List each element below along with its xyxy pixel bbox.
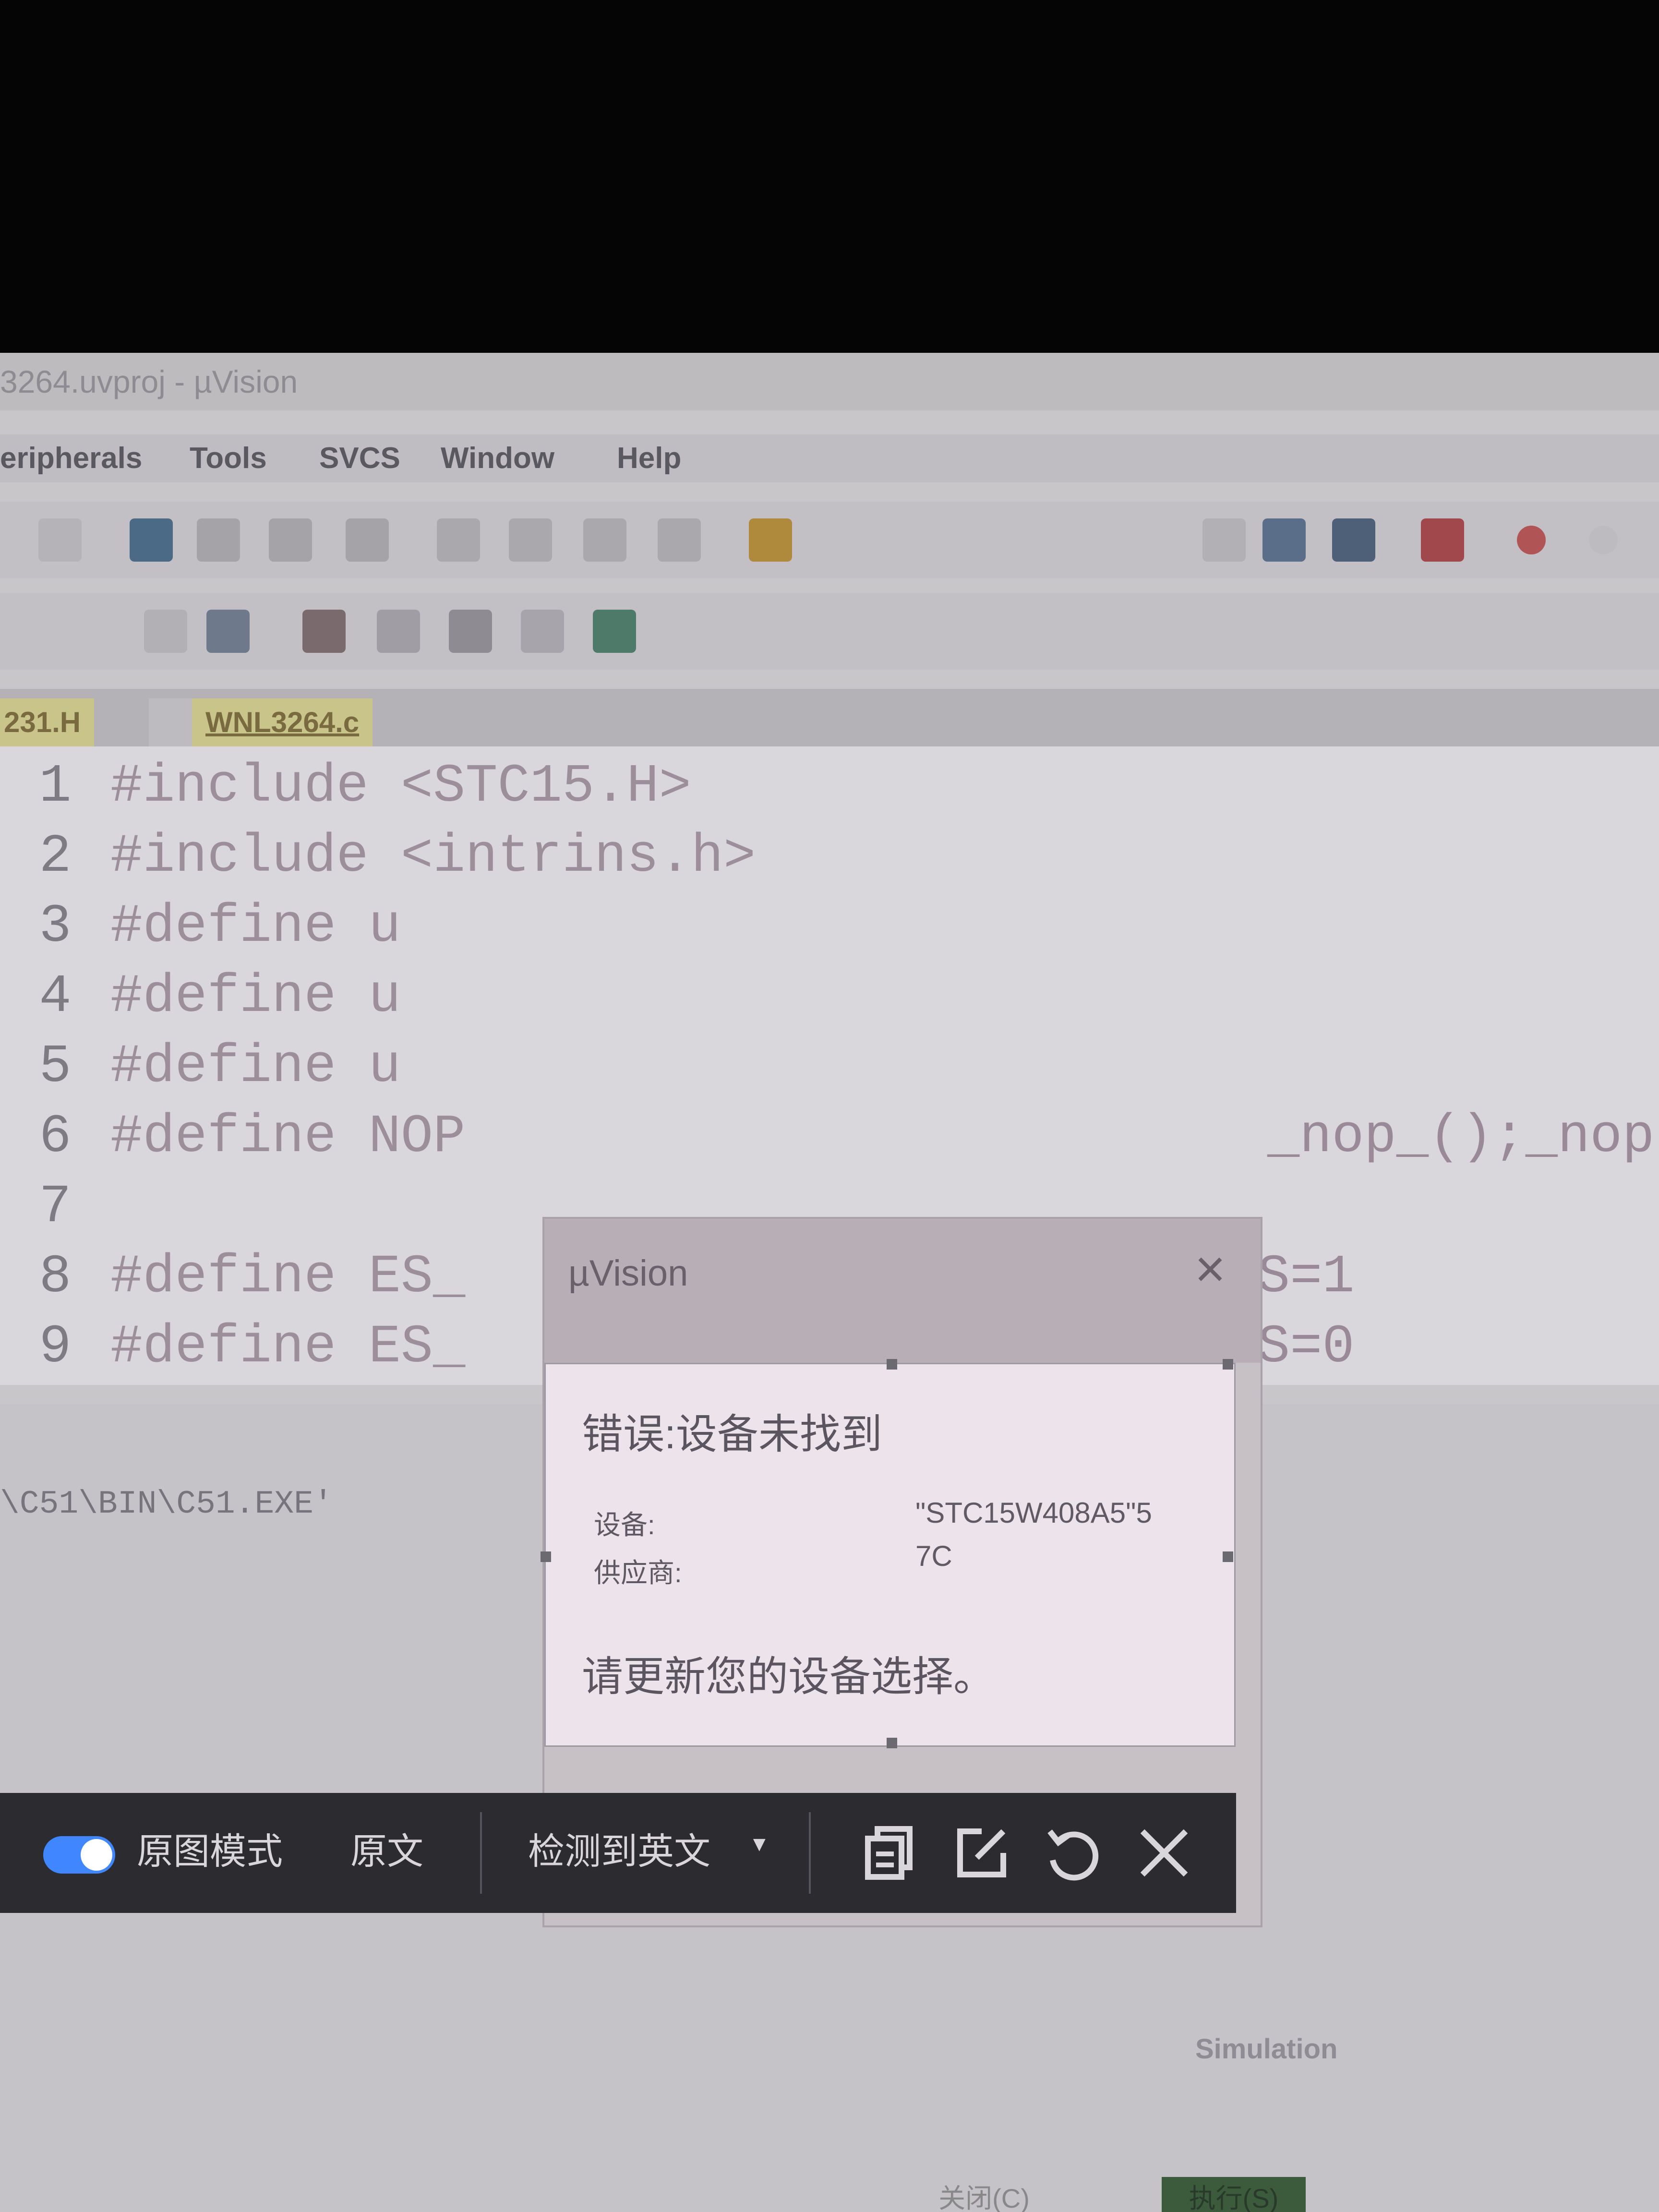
menu-window[interactable]: Window bbox=[441, 434, 554, 482]
dialog-content: 错误:设备未找到 设备: 供应商: "STC15W408A5"5 7C 请更新您… bbox=[541, 1359, 1236, 1748]
diamond-icon[interactable] bbox=[449, 610, 492, 653]
dialog-title: µVision bbox=[568, 1253, 688, 1294]
code-line: 7 bbox=[39, 1177, 72, 1238]
device-label: 设备: bbox=[594, 1510, 655, 1540]
copy-icon[interactable] bbox=[854, 1819, 922, 1887]
vendor-label: 供应商: bbox=[594, 1558, 682, 1588]
detected-language-dropdown[interactable]: 检测到英文 bbox=[528, 1822, 710, 1875]
original-text-button[interactable]: 原文 bbox=[350, 1822, 423, 1875]
resize-handle[interactable] bbox=[887, 1738, 897, 1748]
redo-icon[interactable] bbox=[38, 518, 82, 562]
manage-components-icon[interactable] bbox=[302, 610, 346, 653]
bookmark-next-icon[interactable] bbox=[269, 518, 312, 562]
resize-handle[interactable] bbox=[887, 1359, 897, 1370]
code-line: 4 #define u bbox=[39, 966, 401, 1027]
unindent-icon[interactable] bbox=[509, 518, 552, 562]
menu-svcs[interactable]: SVCS bbox=[319, 434, 400, 482]
editor-tab-strip: 231.H WNL3264.c bbox=[0, 689, 1659, 746]
device-value: "STC15W408A5"5 bbox=[915, 1497, 1152, 1529]
indent-icon[interactable] bbox=[437, 518, 480, 562]
package-installer-icon[interactable] bbox=[593, 610, 636, 653]
menu-bar: eripherals Tools SVCS Window Help bbox=[0, 434, 1659, 482]
menu-peripherals[interactable]: eripherals bbox=[0, 434, 142, 482]
refresh-icon[interactable] bbox=[1039, 1819, 1106, 1887]
chevron-down-icon: ▼ bbox=[749, 1832, 770, 1856]
monitor-screen: 3264.uvproj - µVision eripherals Tools S… bbox=[0, 353, 1659, 2212]
original-image-mode-label: 原图模式 bbox=[137, 1831, 283, 1872]
build-output-text: \C51\BIN\C51.EXE' bbox=[0, 1486, 333, 1523]
code-line: 9 #define ES_ bbox=[39, 1317, 466, 1378]
toolbar-main bbox=[0, 502, 1659, 578]
dialog-title-bar: µVision × bbox=[544, 1219, 1261, 1363]
code-fragment: S=1 bbox=[1258, 1247, 1355, 1308]
resize-handle[interactable] bbox=[1223, 1359, 1233, 1370]
bookmark-icon[interactable] bbox=[130, 518, 173, 562]
code-fragment: S=0 bbox=[1258, 1317, 1355, 1378]
uncomment-icon[interactable] bbox=[658, 518, 701, 562]
code-line: 5 #define u bbox=[39, 1036, 401, 1097]
divider bbox=[809, 1812, 811, 1894]
open-folder-icon[interactable] bbox=[749, 518, 792, 562]
bookmark-clear-icon[interactable] bbox=[346, 518, 389, 562]
toolbar-build bbox=[0, 593, 1659, 670]
window-title: 3264.uvproj - µVision bbox=[0, 364, 298, 399]
code-fragment: _nop_();_nop bbox=[1267, 1106, 1655, 1167]
resize-handle[interactable] bbox=[1223, 1551, 1233, 1562]
simulation-label: Simulation bbox=[1195, 2033, 1338, 2065]
device-value-continued: 7C bbox=[915, 1540, 952, 1572]
code-line: 2 #include <intrins.h> bbox=[39, 826, 756, 887]
execute-button[interactable]: 执行(S) bbox=[1162, 2177, 1306, 2212]
breakpoint-disabled-icon[interactable] bbox=[1589, 526, 1618, 554]
original-image-toggle[interactable] bbox=[43, 1836, 115, 1874]
target-dropdown-icon[interactable] bbox=[144, 610, 187, 653]
tool-icon[interactable] bbox=[1332, 518, 1375, 562]
bookmark-prev-icon[interactable] bbox=[197, 518, 240, 562]
close-button[interactable]: 关闭(C) bbox=[912, 2177, 1056, 2212]
menu-help[interactable]: Help bbox=[617, 434, 681, 482]
code-line: 1 #include <STC15.H> bbox=[39, 756, 691, 817]
tab-wnl3264-c[interactable]: WNL3264.c bbox=[192, 698, 373, 746]
breakpoint-icon[interactable] bbox=[1517, 526, 1546, 554]
file-icon[interactable] bbox=[1262, 518, 1306, 562]
error-title: 错误:设备未找到 bbox=[582, 1411, 882, 1457]
code-line: 3 #define u bbox=[39, 896, 401, 957]
close-icon[interactable] bbox=[1130, 1819, 1198, 1887]
divider bbox=[480, 1812, 482, 1894]
dropdown-icon[interactable] bbox=[1202, 518, 1246, 562]
comment-icon[interactable] bbox=[583, 518, 626, 562]
window-title-bar: 3264.uvproj - µVision bbox=[0, 353, 1659, 410]
translation-toolbar: 原图模式 原文 检测到英文 ▼ bbox=[0, 1793, 1236, 1913]
close-icon[interactable]: × bbox=[1184, 1243, 1237, 1296]
file-extensions-icon[interactable] bbox=[377, 610, 420, 653]
code-line: 8 #define ES_ bbox=[39, 1247, 466, 1308]
code-line: 6 #define NOP bbox=[39, 1106, 466, 1167]
edit-icon[interactable] bbox=[948, 1819, 1015, 1887]
resize-handle[interactable] bbox=[541, 1551, 551, 1562]
options-wand-icon[interactable] bbox=[206, 610, 250, 653]
error-message: 请更新您的设备选择。 bbox=[582, 1654, 995, 1700]
menu-tools[interactable]: Tools bbox=[190, 434, 267, 482]
pack-icon[interactable] bbox=[521, 610, 564, 653]
debug-icon[interactable] bbox=[1421, 518, 1464, 562]
tab-header-file[interactable]: 231.H bbox=[0, 698, 95, 746]
